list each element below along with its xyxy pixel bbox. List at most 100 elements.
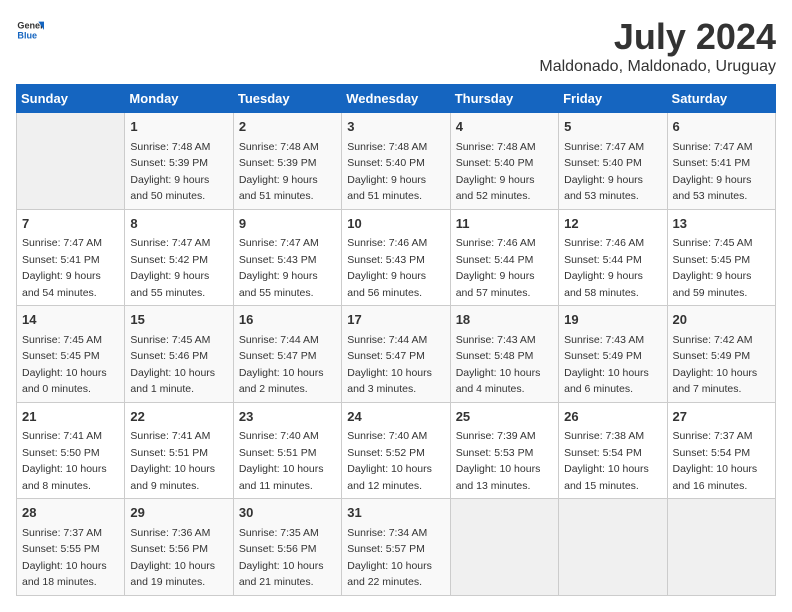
cell-info: Sunrise: 7:47 AMSunset: 5:40 PMDaylight:…: [564, 141, 644, 203]
cell-info: Sunrise: 7:43 AMSunset: 5:48 PMDaylight:…: [456, 334, 541, 396]
calendar-cell: 2 Sunrise: 7:48 AMSunset: 5:39 PMDaylight…: [233, 113, 341, 210]
header-day-tuesday: Tuesday: [233, 85, 341, 113]
calendar-cell: 30Sunrise: 7:35 AMSunset: 5:56 PMDayligh…: [233, 499, 341, 596]
week-row-5: 28 Sunrise: 7:37 AMSunset: 5:55 PMDayligh…: [17, 499, 776, 596]
date-number: 15: [130, 310, 227, 330]
header-day-wednesday: Wednesday: [342, 85, 450, 113]
cell-info: Sunrise: 7:41 AMSunset: 5:51 PMDaylight:…: [130, 430, 215, 492]
calendar-cell: 16 Sunrise: 7:44 AMSunset: 5:47 PMDayligh…: [233, 306, 341, 403]
calendar-cell: 9 Sunrise: 7:47 AMSunset: 5:43 PMDaylight…: [233, 209, 341, 306]
calendar-cell: 20 Sunrise: 7:42 AMSunset: 5:49 PMDayligh…: [667, 306, 775, 403]
header: General Blue July 2024 Maldonado, Maldon…: [16, 16, 776, 76]
cell-info: Sunrise: 7:36 AMSunset: 5:56 PMDaylight:…: [130, 527, 215, 589]
date-number: 17: [347, 310, 444, 330]
cell-info: Sunrise: 7:48 AMSunset: 5:39 PMDaylight:…: [239, 141, 319, 203]
calendar-cell: 27 Sunrise: 7:37 AMSunset: 5:54 PMDayligh…: [667, 402, 775, 499]
date-number: 12: [564, 214, 661, 234]
cell-info: Sunrise: 7:39 AMSunset: 5:53 PMDaylight:…: [456, 430, 541, 492]
date-number: 4: [456, 117, 553, 137]
cell-info: Sunrise: 7:46 AMSunset: 5:44 PMDaylight:…: [456, 237, 536, 299]
date-number: 20: [673, 310, 770, 330]
calendar-cell: 29 Sunrise: 7:36 AMSunset: 5:56 PMDayligh…: [125, 499, 233, 596]
cell-info: Sunrise: 7:47 AMSunset: 5:43 PMDaylight:…: [239, 237, 319, 299]
date-number: 6: [673, 117, 770, 137]
calendar-cell: 15Sunrise: 7:45 AMSunset: 5:46 PMDayligh…: [125, 306, 233, 403]
calendar-cell: 6 Sunrise: 7:47 AMSunset: 5:41 PMDaylight…: [667, 113, 775, 210]
date-number: 22: [130, 407, 227, 427]
date-number: 19: [564, 310, 661, 330]
calendar-table: SundayMondayTuesdayWednesdayThursdayFrid…: [16, 84, 776, 596]
cell-info: Sunrise: 7:42 AMSunset: 5:49 PMDaylight:…: [673, 334, 758, 396]
calendar-cell: 22 Sunrise: 7:41 AMSunset: 5:51 PMDayligh…: [125, 402, 233, 499]
cell-info: Sunrise: 7:40 AMSunset: 5:51 PMDaylight:…: [239, 430, 324, 492]
cell-info: Sunrise: 7:44 AMSunset: 5:47 PMDaylight:…: [239, 334, 324, 396]
cell-info: Sunrise: 7:38 AMSunset: 5:54 PMDaylight:…: [564, 430, 649, 492]
week-row-4: 21Sunrise: 7:41 AMSunset: 5:50 PMDayligh…: [17, 402, 776, 499]
subtitle: Maldonado, Maldonado, Uruguay: [539, 58, 776, 76]
cell-info: Sunrise: 7:47 AMSunset: 5:41 PMDaylight:…: [673, 141, 753, 203]
header-day-thursday: Thursday: [450, 85, 558, 113]
logo: General Blue: [16, 16, 44, 44]
cell-info: Sunrise: 7:37 AMSunset: 5:54 PMDaylight:…: [673, 430, 758, 492]
header-row: SundayMondayTuesdayWednesdayThursdayFrid…: [17, 85, 776, 113]
header-day-sunday: Sunday: [17, 85, 125, 113]
calendar-cell: 1Sunrise: 7:48 AMSunset: 5:39 PMDaylight…: [125, 113, 233, 210]
calendar-cell: 4 Sunrise: 7:48 AMSunset: 5:40 PMDaylight…: [450, 113, 558, 210]
date-number: 14: [22, 310, 119, 330]
calendar-cell: 11 Sunrise: 7:46 AMSunset: 5:44 PMDayligh…: [450, 209, 558, 306]
date-number: 10: [347, 214, 444, 234]
week-row-3: 14Sunrise: 7:45 AMSunset: 5:45 PMDayligh…: [17, 306, 776, 403]
cell-info: Sunrise: 7:46 AMSunset: 5:43 PMDaylight:…: [347, 237, 427, 299]
calendar-cell: 5 Sunrise: 7:47 AMSunset: 5:40 PMDaylight…: [559, 113, 667, 210]
date-number: 2: [239, 117, 336, 137]
logo-icon: General Blue: [16, 16, 44, 44]
calendar-cell: 18 Sunrise: 7:43 AMSunset: 5:48 PMDayligh…: [450, 306, 558, 403]
calendar-cell: 28 Sunrise: 7:37 AMSunset: 5:55 PMDayligh…: [17, 499, 125, 596]
calendar-cell: 12 Sunrise: 7:46 AMSunset: 5:44 PMDayligh…: [559, 209, 667, 306]
calendar-cell: 26 Sunrise: 7:38 AMSunset: 5:54 PMDayligh…: [559, 402, 667, 499]
calendar-cell: 7 Sunrise: 7:47 AMSunset: 5:41 PMDaylight…: [17, 209, 125, 306]
calendar-cell: 31 Sunrise: 7:34 AMSunset: 5:57 PMDayligh…: [342, 499, 450, 596]
date-number: 3: [347, 117, 444, 137]
calendar-cell: 25 Sunrise: 7:39 AMSunset: 5:53 PMDayligh…: [450, 402, 558, 499]
date-number: 18: [456, 310, 553, 330]
header-day-friday: Friday: [559, 85, 667, 113]
date-number: 11: [456, 214, 553, 234]
week-row-2: 7 Sunrise: 7:47 AMSunset: 5:41 PMDaylight…: [17, 209, 776, 306]
cell-info: Sunrise: 7:47 AMSunset: 5:42 PMDaylight:…: [130, 237, 210, 299]
cell-info: Sunrise: 7:48 AMSunset: 5:40 PMDaylight:…: [456, 141, 536, 203]
date-number: 28: [22, 503, 119, 523]
cell-info: Sunrise: 7:37 AMSunset: 5:55 PMDaylight:…: [22, 527, 107, 589]
cell-info: Sunrise: 7:44 AMSunset: 5:47 PMDaylight:…: [347, 334, 432, 396]
date-number: 16: [239, 310, 336, 330]
cell-info: Sunrise: 7:47 AMSunset: 5:41 PMDaylight:…: [22, 237, 102, 299]
date-number: 24: [347, 407, 444, 427]
date-number: 7: [22, 214, 119, 234]
calendar-cell: [559, 499, 667, 596]
date-number: 27: [673, 407, 770, 427]
cell-info: Sunrise: 7:46 AMSunset: 5:44 PMDaylight:…: [564, 237, 644, 299]
calendar-cell: [17, 113, 125, 210]
date-number: 5: [564, 117, 661, 137]
date-number: 29: [130, 503, 227, 523]
calendar-cell: 23Sunrise: 7:40 AMSunset: 5:51 PMDayligh…: [233, 402, 341, 499]
header-day-monday: Monday: [125, 85, 233, 113]
date-number: 30: [239, 503, 336, 523]
calendar-cell: 13Sunrise: 7:45 AMSunset: 5:45 PMDayligh…: [667, 209, 775, 306]
calendar-cell: 17 Sunrise: 7:44 AMSunset: 5:47 PMDayligh…: [342, 306, 450, 403]
calendar-cell: 3Sunrise: 7:48 AMSunset: 5:40 PMDaylight…: [342, 113, 450, 210]
calendar-cell: 10 Sunrise: 7:46 AMSunset: 5:43 PMDayligh…: [342, 209, 450, 306]
date-number: 26: [564, 407, 661, 427]
cell-info: Sunrise: 7:34 AMSunset: 5:57 PMDaylight:…: [347, 527, 432, 589]
date-number: 25: [456, 407, 553, 427]
cell-info: Sunrise: 7:43 AMSunset: 5:49 PMDaylight:…: [564, 334, 649, 396]
calendar-cell: 19 Sunrise: 7:43 AMSunset: 5:49 PMDayligh…: [559, 306, 667, 403]
date-number: 8: [130, 214, 227, 234]
cell-info: Sunrise: 7:41 AMSunset: 5:50 PMDaylight:…: [22, 430, 107, 492]
date-number: 1: [130, 117, 227, 137]
calendar-cell: 8 Sunrise: 7:47 AMSunset: 5:42 PMDaylight…: [125, 209, 233, 306]
date-number: 9: [239, 214, 336, 234]
calendar-cell: 21Sunrise: 7:41 AMSunset: 5:50 PMDayligh…: [17, 402, 125, 499]
date-number: 31: [347, 503, 444, 523]
week-row-1: 1 Sunrise: 7:48 AMSunset: 5:39 PMDaylight…: [17, 113, 776, 210]
